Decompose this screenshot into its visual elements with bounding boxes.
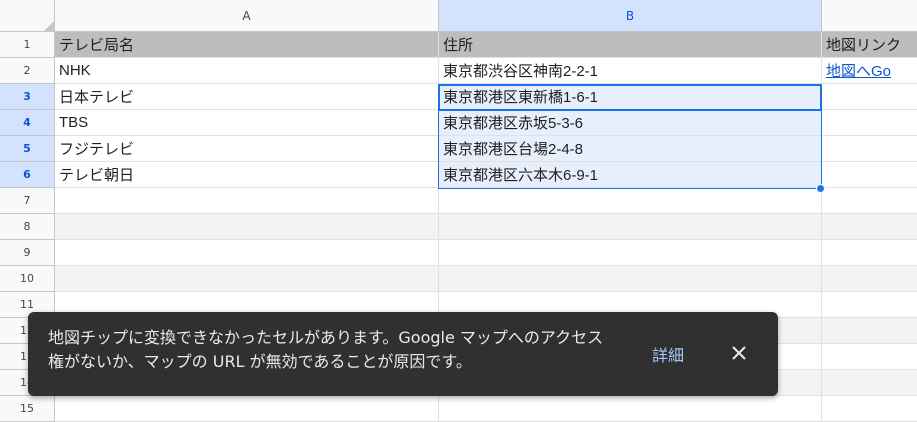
cell-c9[interactable] — [822, 240, 917, 266]
cell-a4[interactable]: TBS — [55, 110, 439, 136]
cell-c7[interactable] — [822, 188, 917, 214]
cell-b5[interactable]: 東京都港区台場2-4-8 — [439, 136, 822, 162]
cell-c10[interactable] — [822, 266, 917, 292]
corner-triangle — [44, 21, 54, 31]
cell-b10[interactable] — [439, 266, 822, 292]
cell-c3[interactable] — [822, 84, 917, 110]
cell-a3[interactable]: 日本テレビ — [55, 84, 439, 110]
row-header[interactable]: 7 — [0, 188, 55, 214]
column-header-a[interactable]: A — [55, 0, 439, 32]
close-icon[interactable] — [728, 342, 750, 364]
row-header[interactable]: 6 — [0, 162, 55, 188]
cell-c14[interactable] — [822, 370, 917, 396]
cell-c6[interactable] — [822, 162, 917, 188]
cell-c2[interactable]: 地図へGo — [822, 58, 917, 84]
cell-a6[interactable]: テレビ朝日 — [55, 162, 439, 188]
row-header[interactable]: 3 — [0, 84, 55, 110]
cell-c5[interactable] — [822, 136, 917, 162]
row-header[interactable]: 2 — [0, 58, 55, 84]
cell-a5[interactable]: フジテレビ — [55, 136, 439, 162]
row-header[interactable]: 1 — [0, 32, 55, 58]
cell-c12[interactable] — [822, 318, 917, 344]
row-header[interactable]: 9 — [0, 240, 55, 266]
cell-b3[interactable]: 東京都港区東新橋1-6-1 — [439, 84, 822, 110]
cell-a15[interactable] — [55, 396, 439, 422]
column-header-b[interactable]: B — [439, 0, 822, 32]
cell-a8[interactable] — [55, 214, 439, 240]
cell-a10[interactable] — [55, 266, 439, 292]
cell-c1[interactable]: 地図リンク — [822, 32, 917, 58]
cell-b15[interactable] — [439, 396, 822, 422]
cell-b6[interactable]: 東京都港区六本木6-9-1 — [439, 162, 822, 188]
cell-a9[interactable] — [55, 240, 439, 266]
toast-message: 地図チップに変換できなかったセルがあります。Google マップへのアクセス権が… — [48, 328, 604, 371]
cell-c11[interactable] — [822, 292, 917, 318]
cell-a2[interactable]: NHK — [55, 58, 439, 84]
cell-b4[interactable]: 東京都港区赤坂5-3-6 — [439, 110, 822, 136]
cell-a7[interactable] — [55, 188, 439, 214]
cell-b8[interactable] — [439, 214, 822, 240]
column-header-c[interactable] — [822, 0, 917, 32]
cell-b1[interactable]: 住所 — [439, 32, 822, 58]
row-header[interactable]: 10 — [0, 266, 55, 292]
cell-c4[interactable] — [822, 110, 917, 136]
cell-b2[interactable]: 東京都渋谷区神南2-2-1 — [439, 58, 822, 84]
select-all-corner[interactable] — [0, 0, 55, 32]
cell-c8[interactable] — [822, 214, 917, 240]
cell-b7[interactable] — [439, 188, 822, 214]
row-header[interactable]: 8 — [0, 214, 55, 240]
cell-c15[interactable] — [822, 396, 917, 422]
cell-b9[interactable] — [439, 240, 822, 266]
row-header[interactable]: 15 — [0, 396, 55, 422]
cell-a1[interactable]: テレビ局名 — [55, 32, 439, 58]
details-button[interactable]: 詳細 — [652, 342, 684, 366]
snackbar-toast: 地図チップに変換できなかったセルがあります。Google マップへのアクセス権が… — [28, 312, 778, 396]
row-header[interactable]: 4 — [0, 110, 55, 136]
fill-handle[interactable] — [816, 184, 825, 193]
cell-c13[interactable] — [822, 344, 917, 370]
row-header[interactable]: 5 — [0, 136, 55, 162]
